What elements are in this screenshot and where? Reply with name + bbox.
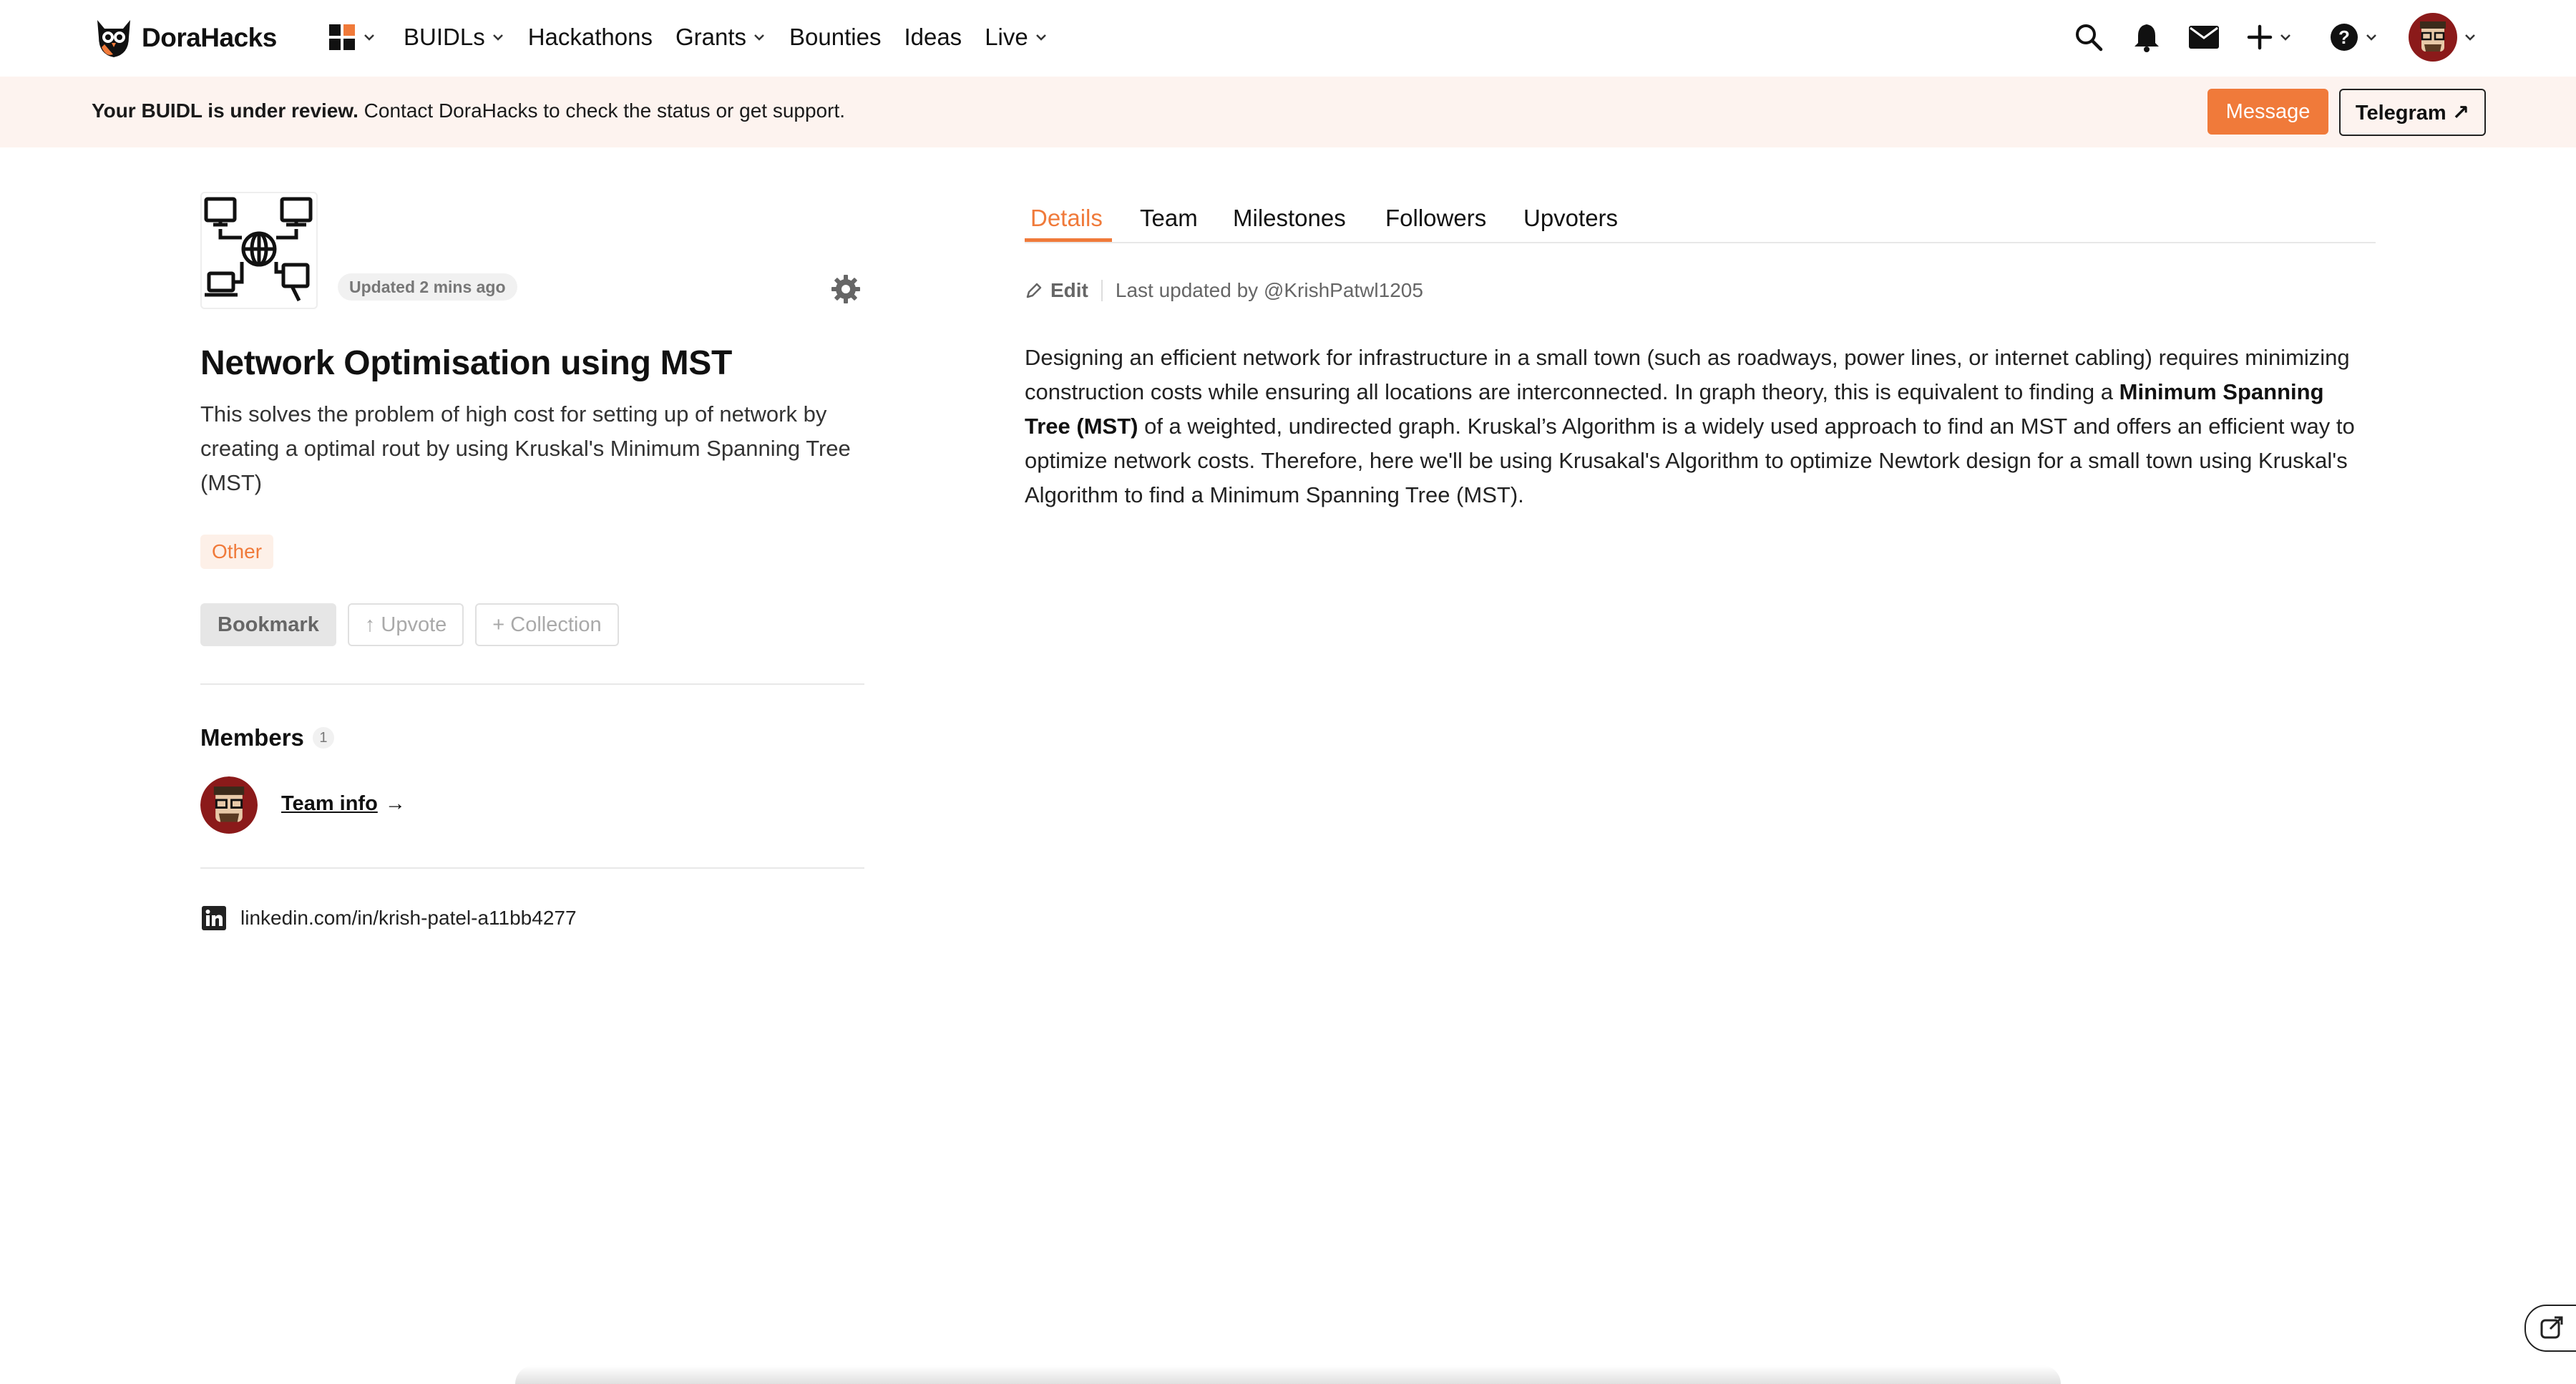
members-heading: Members 1: [200, 724, 334, 751]
banner-body: Contact DoraHacks to check the status or…: [358, 99, 846, 122]
banner-message: Your BUIDL is under review. Contact Dora…: [92, 99, 845, 122]
help-icon: ?: [2331, 24, 2358, 51]
mail-icon: [2189, 26, 2219, 49]
divider: [200, 683, 864, 685]
banner-bold: Your BUIDL is under review.: [92, 99, 358, 122]
nav-bounties[interactable]: Bounties: [789, 24, 881, 51]
share-button[interactable]: [2524, 1305, 2576, 1352]
tab-bar: Details Team Milestones Followers Upvote…: [1025, 193, 2376, 243]
telegram-button[interactable]: Telegram ↗: [2339, 89, 2486, 136]
nav-live[interactable]: Live: [985, 24, 1048, 51]
chevron-down-icon: [1035, 34, 1046, 41]
arrow-right-icon: →: [384, 792, 406, 815]
top-navbar: DoraHacks BUIDLs Hackathons Grants Bount…: [0, 0, 2576, 77]
updated-badge: Updated 2 mins ago: [338, 273, 517, 301]
edit-button[interactable]: Edit: [1025, 279, 1088, 302]
chevron-down-icon: [2280, 34, 2290, 41]
tab-milestones[interactable]: Milestones: [1233, 205, 1346, 232]
linkedin-icon: [202, 906, 226, 930]
help-menu[interactable]: ?: [2330, 21, 2379, 53]
chevron-down-icon: [364, 34, 374, 41]
details-text-2: of a weighted, undirected graph. Kruskal…: [1025, 414, 2355, 507]
project-description: This solves the problem of high cost for…: [200, 401, 851, 495]
gear-icon[interactable]: [830, 273, 862, 305]
nav-ideas[interactable]: Ideas: [904, 24, 962, 51]
details-content: Designing an efficient network for infra…: [1025, 341, 2370, 512]
tab-team[interactable]: Team: [1140, 205, 1198, 232]
nav-hackathons[interactable]: Hackathons: [528, 24, 653, 51]
search-icon: [2076, 24, 2103, 52]
nav-label: Grants: [675, 24, 747, 50]
brand-name: DoraHacks: [142, 23, 277, 52]
pencil-icon: [1026, 283, 1042, 298]
members-label: Members: [200, 724, 304, 751]
bookmark-button[interactable]: Bookmark: [200, 603, 336, 646]
messages-button[interactable]: [2188, 21, 2220, 53]
linkedin-url: linkedin.com/in/krish-patel-a11bb4277: [240, 907, 577, 929]
user-menu[interactable]: [2409, 13, 2477, 62]
svg-text:?: ?: [2338, 26, 2350, 48]
project-actions: Bookmark ↑ Upvote + Collection: [200, 603, 630, 646]
separator: [1101, 280, 1103, 301]
linkedin-link[interactable]: linkedin.com/in/krish-patel-a11bb4277: [200, 905, 577, 932]
last-updated: Last updated by @KrishPatwl1205: [1115, 279, 1423, 301]
search-button[interactable]: [2074, 21, 2104, 53]
nav-buidls[interactable]: BUIDLs: [404, 24, 505, 51]
team-info-label: Team info: [281, 792, 378, 815]
project-logo: [200, 192, 318, 309]
chevron-down-icon: [2465, 34, 2475, 41]
create-menu[interactable]: [2247, 21, 2293, 53]
share-icon: [2540, 1316, 2563, 1339]
team-info-link[interactable]: Team info →: [281, 792, 406, 816]
member-avatar[interactable]: [200, 776, 258, 834]
plus-icon: [2247, 24, 2273, 50]
message-button[interactable]: Message: [2207, 89, 2328, 135]
tab-upvoters[interactable]: Upvoters: [1523, 205, 1618, 232]
chevron-down-icon: [492, 34, 503, 41]
add-collection-button[interactable]: + Collection: [475, 603, 619, 646]
chevron-down-icon: [2366, 34, 2376, 41]
network-icon: [204, 197, 313, 302]
active-tab-indicator: [1025, 238, 1112, 242]
project-title: Network Optimisation using MST: [200, 344, 733, 382]
members-count: 1: [312, 727, 334, 749]
bottom-bar-shadow: [515, 1365, 2061, 1384]
chevron-down-icon: [754, 34, 764, 41]
category-tag[interactable]: Other: [200, 535, 274, 569]
divider: [200, 867, 864, 869]
avatar: [2409, 13, 2457, 62]
review-banner: Your BUIDL is under review. Contact Dora…: [0, 77, 2576, 147]
tab-details[interactable]: Details: [1030, 205, 1103, 232]
nav-label: Hackathons: [527, 24, 653, 50]
nav-label: Ideas: [904, 24, 962, 50]
apps-menu[interactable]: [328, 23, 376, 52]
dorahacks-logo[interactable]: DoraHacks: [92, 16, 277, 60]
owl-logo-icon: [97, 20, 130, 57]
nav-label: Bounties: [789, 24, 882, 50]
upvote-button[interactable]: ↑ Upvote: [347, 603, 464, 646]
nav-label: BUIDLs: [404, 24, 485, 50]
notifications-button[interactable]: [2132, 21, 2161, 53]
avatar: [200, 776, 258, 834]
nav-grants[interactable]: Grants: [675, 24, 766, 51]
nav-label: Live: [985, 24, 1028, 50]
tab-followers[interactable]: Followers: [1385, 205, 1486, 232]
main-nav: BUIDLs Hackathons Grants Bounties Ideas …: [328, 0, 1071, 74]
grid-icon: [329, 24, 355, 50]
edit-label: Edit: [1050, 279, 1088, 301]
details-meta: Edit Last updated by @KrishPatwl1205: [1025, 279, 1423, 302]
bell-icon: [2135, 24, 2159, 52]
